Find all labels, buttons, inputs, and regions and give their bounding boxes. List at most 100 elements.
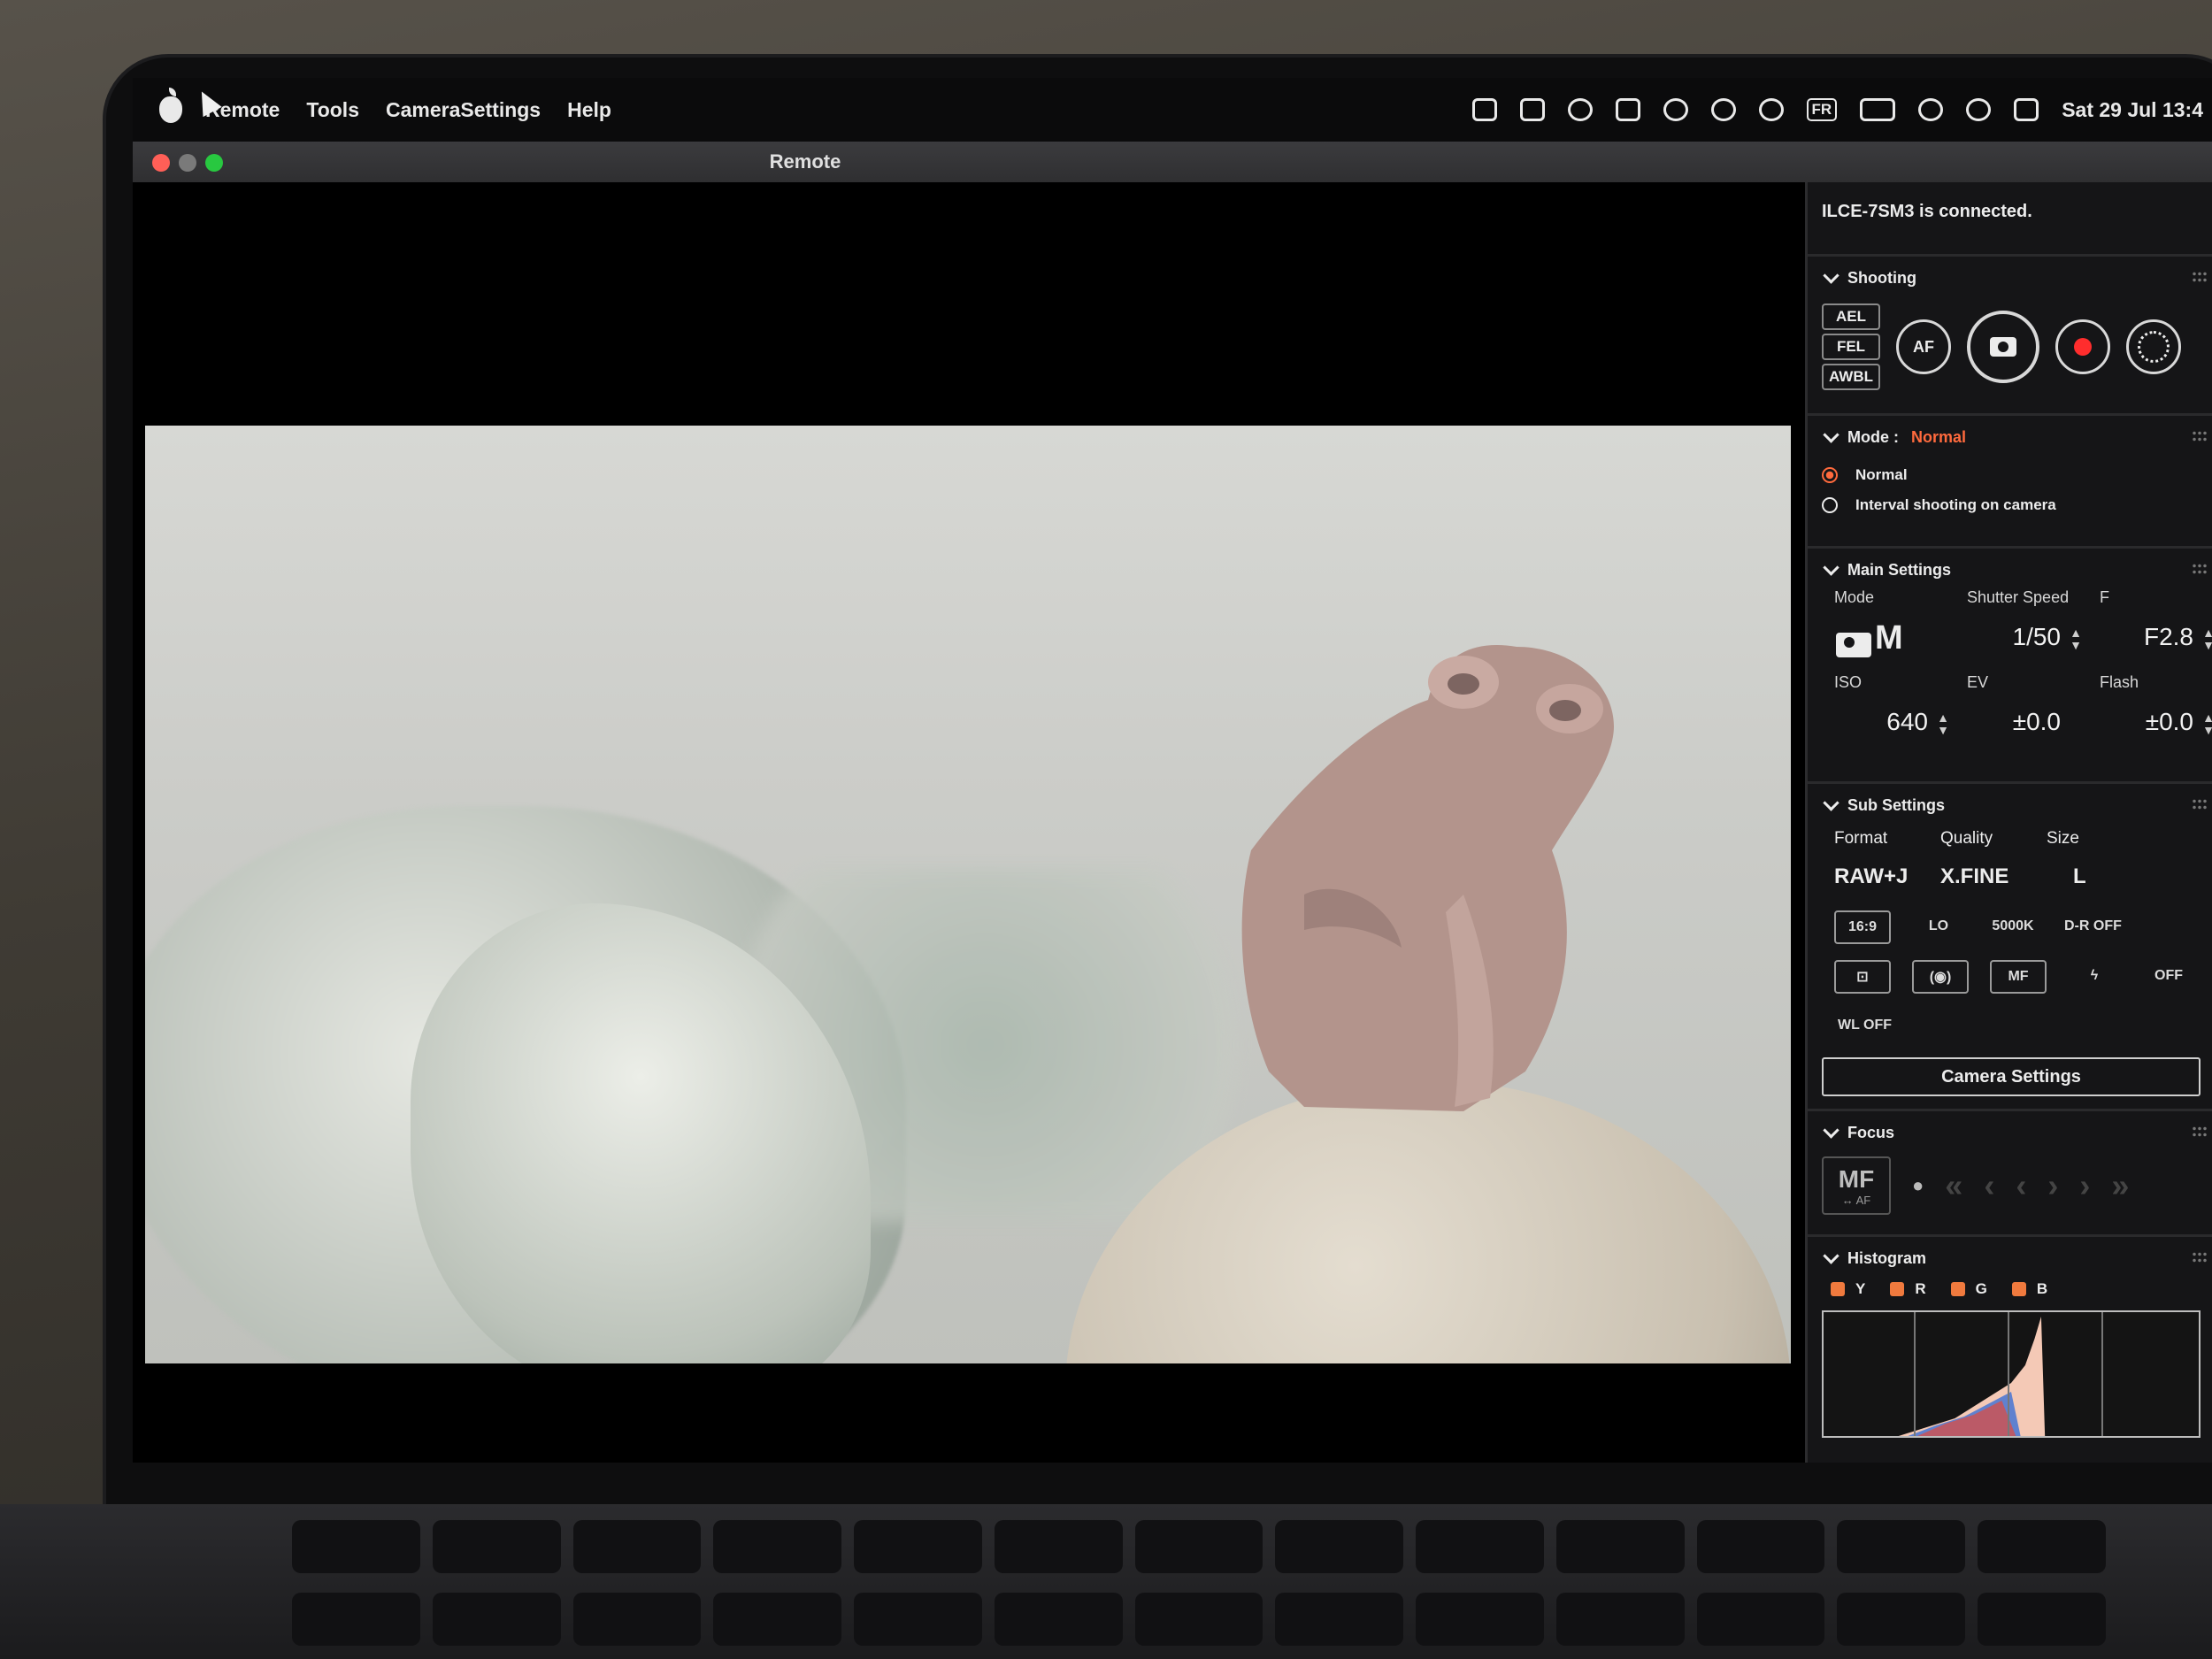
mode-option-normal[interactable]: Normal xyxy=(1822,466,2200,484)
mode-header[interactable]: Mode : Normal xyxy=(1822,426,2200,447)
input-source-indicator[interactable]: FR xyxy=(1806,98,1838,121)
quality-value[interactable]: X.FINE xyxy=(1928,864,2034,889)
wireless-flash-icon[interactable]: WL OFF xyxy=(1834,1010,1895,1040)
keyboard-key xyxy=(994,1593,1123,1646)
format-value[interactable]: RAW+J xyxy=(1822,864,1928,889)
stepper-arrows-icon[interactable]: ▲▼ xyxy=(2202,626,2212,651)
awbl-button[interactable]: AWBL xyxy=(1822,364,1880,390)
self-timer-button[interactable] xyxy=(2126,319,2181,374)
sub-settings-header[interactable]: Sub Settings xyxy=(1822,795,2200,815)
ev-value[interactable]: ±0.0 xyxy=(1955,708,2087,736)
drag-grip-icon[interactable] xyxy=(2192,798,2208,810)
person-icon: ● xyxy=(1912,1174,1924,1196)
search-icon[interactable] xyxy=(1966,98,1992,121)
histogram-header[interactable]: Histogram xyxy=(1822,1248,2200,1268)
focus-section: Focus MF ↔ AF ● « ‹ ‹ › › » xyxy=(1808,1111,2212,1237)
exposure-mode-value[interactable]: M xyxy=(1822,619,1955,657)
channel-g-checkbox[interactable]: G xyxy=(1950,1280,1987,1298)
checkbox-checked-icon[interactable] xyxy=(2011,1282,2026,1296)
drag-grip-icon[interactable] xyxy=(2192,271,2208,283)
fel-button[interactable]: FEL xyxy=(1822,334,1880,360)
metering-icon[interactable]: ⊡ xyxy=(1834,960,1891,994)
af-button[interactable]: AF xyxy=(1896,319,1951,374)
mode-label: Mode xyxy=(1834,588,1875,606)
shooting-header[interactable]: Shooting xyxy=(1822,267,2200,288)
aperture-value[interactable]: F2.8 ▲▼ xyxy=(2087,623,2212,656)
play-icon[interactable] xyxy=(1758,98,1784,121)
drag-grip-icon[interactable] xyxy=(2192,1251,2208,1263)
size-value[interactable]: L xyxy=(2034,864,2140,889)
drag-grip-icon[interactable] xyxy=(2192,1125,2208,1138)
keyboard-key xyxy=(1837,1520,1966,1573)
apple-menu-icon[interactable] xyxy=(159,88,182,123)
main-settings-header[interactable]: Main Settings xyxy=(1822,559,2200,580)
exposure-mode-letter: M xyxy=(1875,619,1903,657)
drag-grip-icon[interactable] xyxy=(2192,563,2208,575)
stepper-arrows-icon[interactable]: ▲▼ xyxy=(2070,626,2082,651)
checkbox-checked-icon[interactable] xyxy=(1890,1282,1905,1296)
aperture-text: F2.8 xyxy=(2143,623,2193,650)
flash-mode-icon[interactable]: ϟ xyxy=(2068,960,2121,990)
focus-near-icon[interactable]: ‹ xyxy=(1984,1167,1994,1204)
control-center-icon[interactable] xyxy=(2014,98,2039,121)
quality-label: Quality xyxy=(1940,829,1993,848)
keyboard-deck xyxy=(0,1504,2212,1659)
drag-grip-icon[interactable] xyxy=(2192,430,2208,442)
red-eye-icon[interactable]: OFF xyxy=(2142,960,2195,990)
mode-option-interval[interactable]: Interval shooting on camera xyxy=(1822,496,2200,514)
calendar-icon[interactable] xyxy=(1471,98,1497,121)
focus-area-icon[interactable]: (◉) xyxy=(1912,960,1969,994)
flash-comp-value[interactable]: ±0.0 ▲▼ xyxy=(2087,708,2212,736)
color-picker-icon[interactable] xyxy=(1567,98,1593,121)
chevron-down-icon xyxy=(1823,1122,1839,1139)
histogram-title: Histogram xyxy=(1847,1249,1927,1267)
focus-step-near-icon[interactable]: ‹ xyxy=(2016,1167,2026,1204)
record-button[interactable] xyxy=(2055,319,2110,374)
checkbox-checked-icon[interactable] xyxy=(1831,1282,1845,1296)
wifi-icon[interactable] xyxy=(1918,98,1944,121)
focus-far-far-icon[interactable]: » xyxy=(2111,1167,2129,1204)
keyboard-key xyxy=(1134,1520,1263,1573)
channel-y-checkbox[interactable]: Y xyxy=(1831,1280,1865,1298)
focus-controls: MF ↔ AF ● « ‹ ‹ › › » xyxy=(1822,1156,2200,1215)
flash-comp-text: ±0.0 xyxy=(2145,708,2193,735)
dynamic-range-icon[interactable]: D-R OFF xyxy=(2061,910,2125,941)
shooting-title: Shooting xyxy=(1847,269,1916,287)
checkbox-checked-icon[interactable] xyxy=(1950,1282,1965,1296)
menu-camera-settings[interactable]: CameraSettings xyxy=(386,98,541,122)
menu-tools[interactable]: Tools xyxy=(306,98,359,122)
stats-icon[interactable] xyxy=(1519,98,1545,121)
focus-far-icon[interactable]: › xyxy=(2079,1167,2090,1204)
channel-r-checkbox[interactable]: R xyxy=(1890,1280,1926,1298)
stepper-arrows-icon[interactable]: ▲▼ xyxy=(1937,711,1949,736)
lock-buttons: AEL FEL AWBL xyxy=(1822,303,1880,390)
shutter-button[interactable] xyxy=(1967,311,2039,383)
white-balance-icon[interactable]: 5000K xyxy=(1986,910,2039,941)
flash-label: Flash xyxy=(2100,673,2139,691)
status-tray: FR Sat 29 Jul 13:4 xyxy=(1471,98,2203,122)
focus-header[interactable]: Focus xyxy=(1822,1122,2200,1142)
aspect-ratio-icon[interactable]: 16:9 xyxy=(1834,910,1891,944)
function-key-row xyxy=(292,1520,2106,1573)
shutter-speed-value[interactable]: 1/50 ▲ ▼ xyxy=(1955,623,2087,656)
keyboard-key xyxy=(713,1593,842,1646)
drive-icon[interactable] xyxy=(1615,98,1640,121)
channel-label: G xyxy=(1975,1280,1987,1297)
battery-icon[interactable] xyxy=(1860,98,1896,121)
timer-icon[interactable] xyxy=(1663,98,1688,121)
camera-settings-button[interactable]: Camera Settings xyxy=(1822,1057,2200,1096)
stepper-arrows-icon[interactable]: ▲▼ xyxy=(2202,711,2212,736)
radio-unselected-icon[interactable] xyxy=(1822,497,1838,513)
drive-mode-icon[interactable]: LO xyxy=(1912,910,1965,941)
ael-button[interactable]: AEL xyxy=(1822,303,1880,330)
menu-clock[interactable]: Sat 29 Jul 13:4 xyxy=(2062,98,2203,122)
menu-help[interactable]: Help xyxy=(567,98,611,122)
sub-settings-grid: Format Quality Size RAW+J X.FINE L xyxy=(1822,818,2200,889)
focus-step-far-icon[interactable]: › xyxy=(2047,1167,2058,1204)
focus-mode-icon[interactable]: MF xyxy=(1990,960,2047,994)
channel-b-checkbox[interactable]: B xyxy=(2011,1280,2047,1298)
bluetooth-icon[interactable] xyxy=(1710,98,1736,121)
radio-selected-icon[interactable] xyxy=(1822,467,1838,483)
iso-value[interactable]: 640 ▲ ▼ xyxy=(1822,708,1955,736)
focus-near-far-icon[interactable]: « xyxy=(1945,1167,1962,1204)
